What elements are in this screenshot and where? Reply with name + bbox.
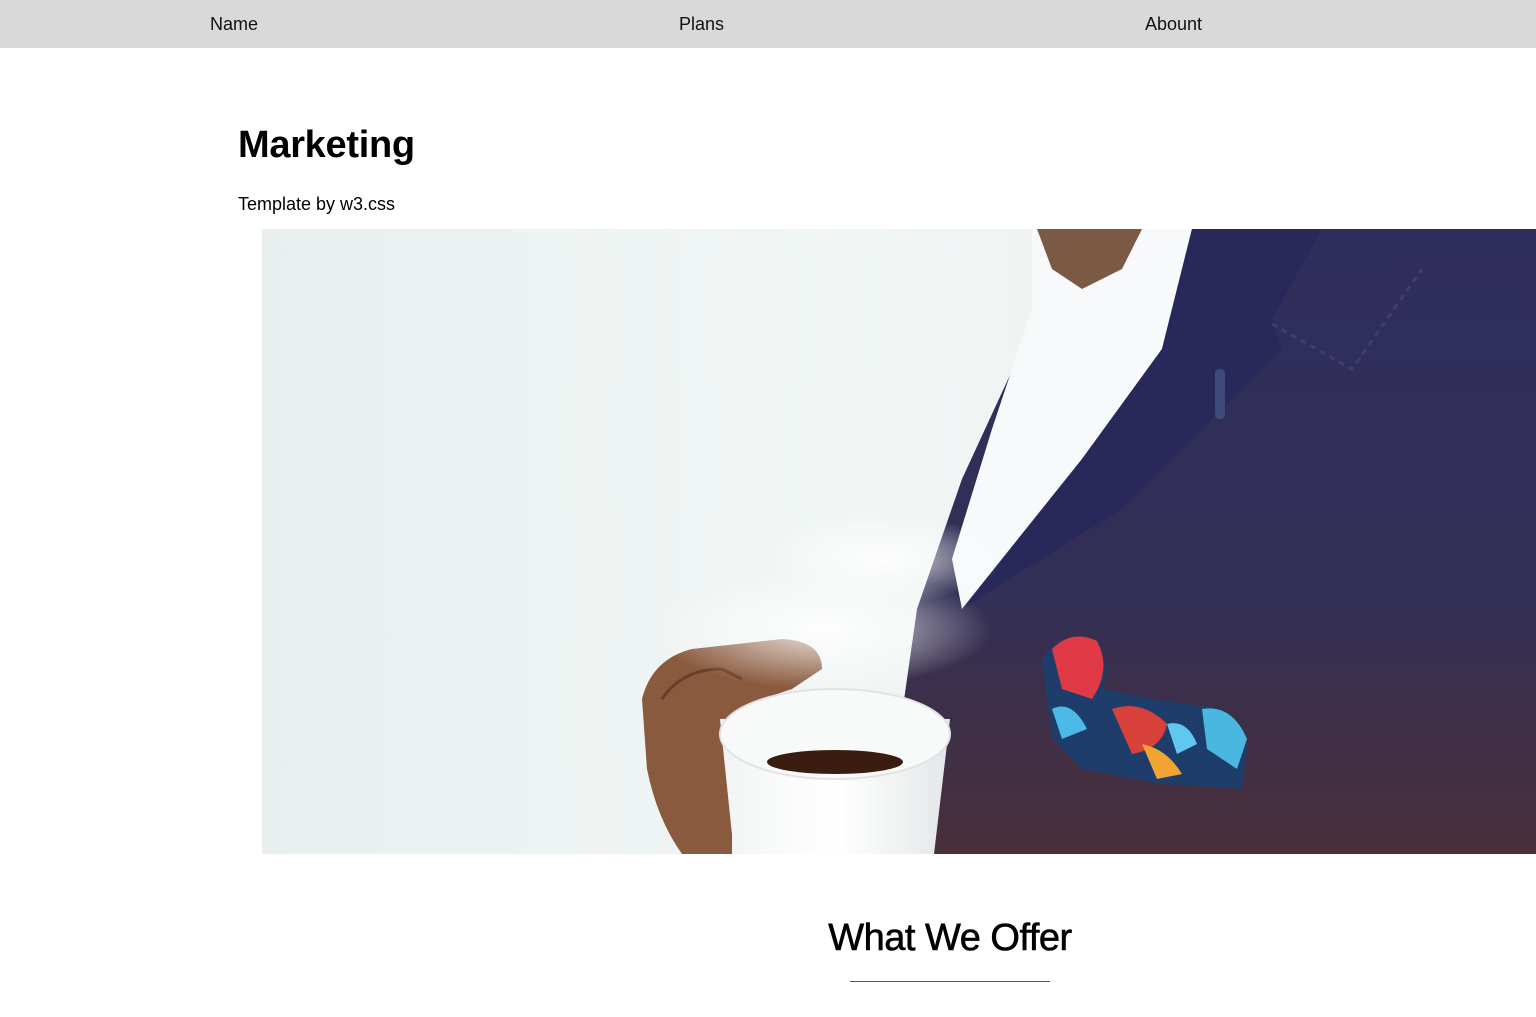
page-title: Marketing [238, 124, 415, 166]
nav-link-plans[interactable]: Plans [679, 13, 724, 35]
section-title: What We Offer [828, 917, 1073, 960]
nav-link-name[interactable]: Name [210, 13, 258, 35]
coffee-cup [719, 688, 951, 854]
hero-illustration [262, 229, 1536, 854]
top-navigation-bar: Name Plans Abount [0, 0, 1536, 48]
page-subtitle: Template by w3.css [238, 194, 396, 214]
section-divider [850, 981, 1050, 982]
nav-link-about[interactable]: Abount [1145, 13, 1202, 35]
hero-image [262, 229, 1536, 854]
